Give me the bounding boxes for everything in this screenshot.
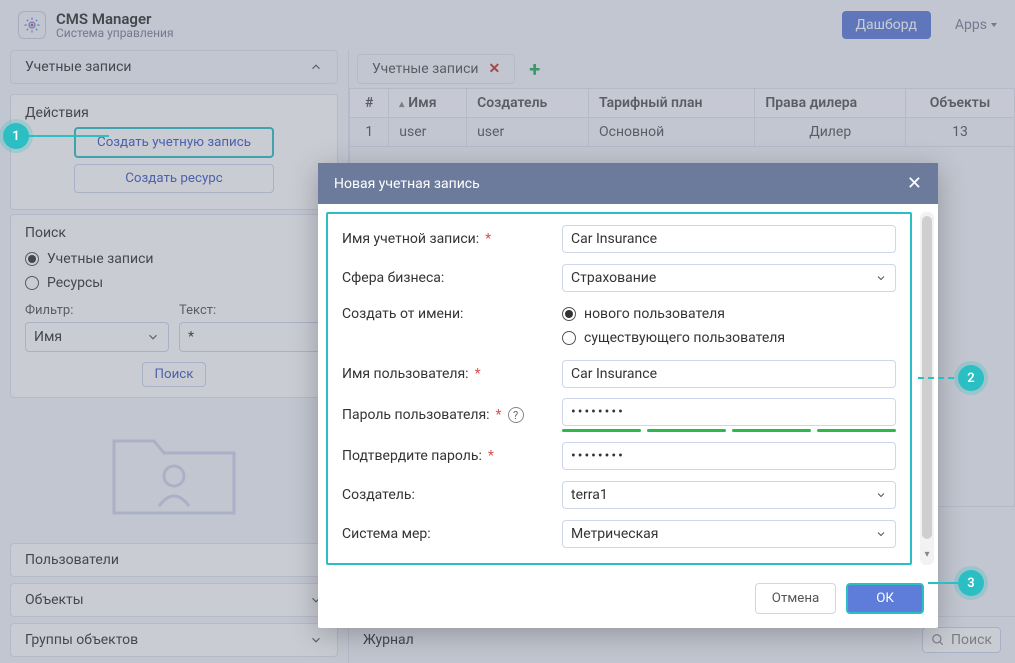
close-icon[interactable]: ✕ <box>907 173 922 194</box>
creator-label: Создатель: <box>342 487 415 503</box>
password-strength-meter <box>562 429 896 432</box>
business-value: Страхование <box>571 270 656 286</box>
help-icon[interactable]: ? <box>508 407 524 423</box>
modal-title: Новая учетная запись <box>334 176 480 192</box>
business-label: Сфера бизнеса: <box>342 270 444 286</box>
modal-footer: Отмена ОК <box>318 573 938 628</box>
password-input[interactable] <box>562 398 896 426</box>
chevron-down-icon <box>875 489 887 501</box>
radio-existing-user-label: существующего пользователя <box>584 330 785 346</box>
modal-scrollbar[interactable]: ▾ <box>920 212 934 565</box>
callout-badge-1: 1 <box>3 123 29 149</box>
modal-header: Новая учетная запись ✕ <box>318 163 938 204</box>
cancel-button[interactable]: Отмена <box>755 583 836 614</box>
username-label: Имя пользователя: <box>342 366 469 382</box>
callout-badge-3: 3 <box>958 570 984 596</box>
username-input[interactable] <box>562 360 896 388</box>
radio-new-user-label: нового пользователя <box>584 306 725 322</box>
confirm-password-label: Подтвердите пароль: <box>342 448 482 464</box>
creator-value: terra1 <box>571 487 608 503</box>
chevron-down-icon <box>875 272 887 284</box>
confirm-password-input[interactable] <box>562 442 896 470</box>
chevron-down-icon <box>875 528 887 540</box>
radio-unchecked-icon <box>562 331 576 345</box>
business-select[interactable]: Страхование <box>562 264 896 292</box>
callout-lead-3 <box>928 582 958 584</box>
password-label: Пароль пользователя: <box>342 407 490 423</box>
account-name-input[interactable] <box>562 225 896 253</box>
create-from-label: Создать от имени: <box>342 306 463 322</box>
radio-existing-user[interactable]: существующего пользователя <box>562 326 896 350</box>
account-name-label: Имя учетной записи: <box>342 231 479 247</box>
scrollbar-down-icon[interactable]: ▾ <box>920 547 934 561</box>
callout-lead-2 <box>918 377 958 379</box>
new-account-modal: Новая учетная запись ✕ Имя учетной запис… <box>318 163 938 628</box>
measurement-value: Метрическая <box>571 526 658 542</box>
callout-lead-1 <box>29 135 109 137</box>
callout-badge-2: 2 <box>958 365 984 391</box>
creator-select[interactable]: terra1 <box>562 481 896 509</box>
measurement-label: Система мер: <box>342 526 431 542</box>
measurement-select[interactable]: Метрическая <box>562 520 896 548</box>
ok-button[interactable]: ОК <box>846 583 924 614</box>
radio-new-user[interactable]: нового пользователя <box>562 302 896 326</box>
modal-body: Имя учетной записи:* Сфера бизнеса: Стра… <box>326 212 912 565</box>
radio-checked-icon <box>562 307 576 321</box>
